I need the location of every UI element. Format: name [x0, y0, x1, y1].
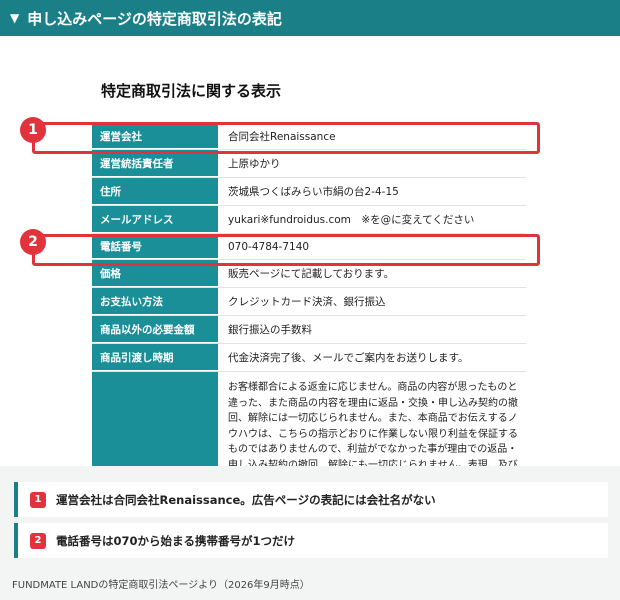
row-value: 上原ゆかり	[218, 150, 526, 177]
row-value: クレジットカード決済、銀行振込	[218, 288, 526, 315]
table-row: 住所 茨城県つくばみらい市絹の台2-4-15	[92, 178, 526, 206]
table-row: 運営統括責任者 上原ゆかり	[92, 150, 526, 178]
note-item: 1 運営会社は合同会社Renaissance。広告ページの表記には会社名がない	[14, 482, 608, 517]
table-row: お支払い方法 クレジットカード決済、銀行振込	[92, 288, 526, 316]
marker-badge: 1	[20, 117, 46, 143]
law-table: 運営会社 合同会社Renaissance 運営統括責任者 上原ゆかり 住所 茨城…	[92, 124, 526, 466]
screenshot-panel: 特定商取引法に関する表示 運営会社 合同会社Renaissance 運営統括責任…	[0, 36, 620, 466]
note-item: 2 電話番号は070から始まる携帯番号が1つだけ	[14, 523, 608, 558]
note-text: 電話番号は070から始まる携帯番号が1つだけ	[56, 533, 296, 548]
table-row: 商品以外の必要金額 銀行振込の手数料	[92, 316, 526, 344]
row-label: 返品・返金について	[92, 372, 218, 466]
highlight-box-company	[32, 122, 540, 154]
table-row: 商品引渡し時期 代金決済完了後、メールでご案内をお送りします。	[92, 344, 526, 372]
row-value: 銀行振込の手数料	[218, 316, 526, 343]
note-text: 運営会社は合同会社Renaissance。広告ページの表記には会社名がない	[56, 492, 436, 507]
table-row: 返品・返金について お客様都合による返金に応じません。商品の内容が思ったものと違…	[92, 372, 526, 466]
row-value: 茨城県つくばみらい市絹の台2-4-15	[218, 178, 526, 205]
table-row: メールアドレス yukari※fundroidus.com ※を@に変えてくださ…	[92, 206, 526, 234]
row-label: お支払い方法	[92, 288, 218, 315]
marker-badge: 2	[20, 229, 46, 255]
row-value: 代金決済完了後、メールでご案内をお送りします。	[218, 344, 526, 371]
triangle-down-icon: ▼	[10, 11, 20, 25]
note-number-badge: 2	[30, 532, 46, 549]
section-title: 申し込みページの特定商取引法の表記	[27, 9, 282, 28]
row-value: yukari※fundroidus.com ※を@に変えてください	[218, 206, 526, 233]
row-label: 商品以外の必要金額	[92, 316, 218, 343]
page-title: 特定商取引法に関する表示	[101, 82, 282, 100]
section-header: ▼ 申し込みページの特定商取引法の表記	[0, 0, 620, 36]
row-label: メールアドレス	[92, 206, 218, 233]
row-value: お客様都合による返金に応じません。商品の内容が思ったものと違った、また商品の内容…	[218, 372, 526, 466]
source-caption: FUNDMATE LANDの特定商取引法ページより（2026年9月時点）	[12, 580, 310, 591]
row-label: 運営統括責任者	[92, 150, 218, 177]
row-label: 商品引渡し時期	[92, 344, 218, 371]
row-label: 住所	[92, 178, 218, 205]
highlight-box-phone	[32, 234, 540, 266]
note-number-badge: 1	[30, 491, 46, 508]
